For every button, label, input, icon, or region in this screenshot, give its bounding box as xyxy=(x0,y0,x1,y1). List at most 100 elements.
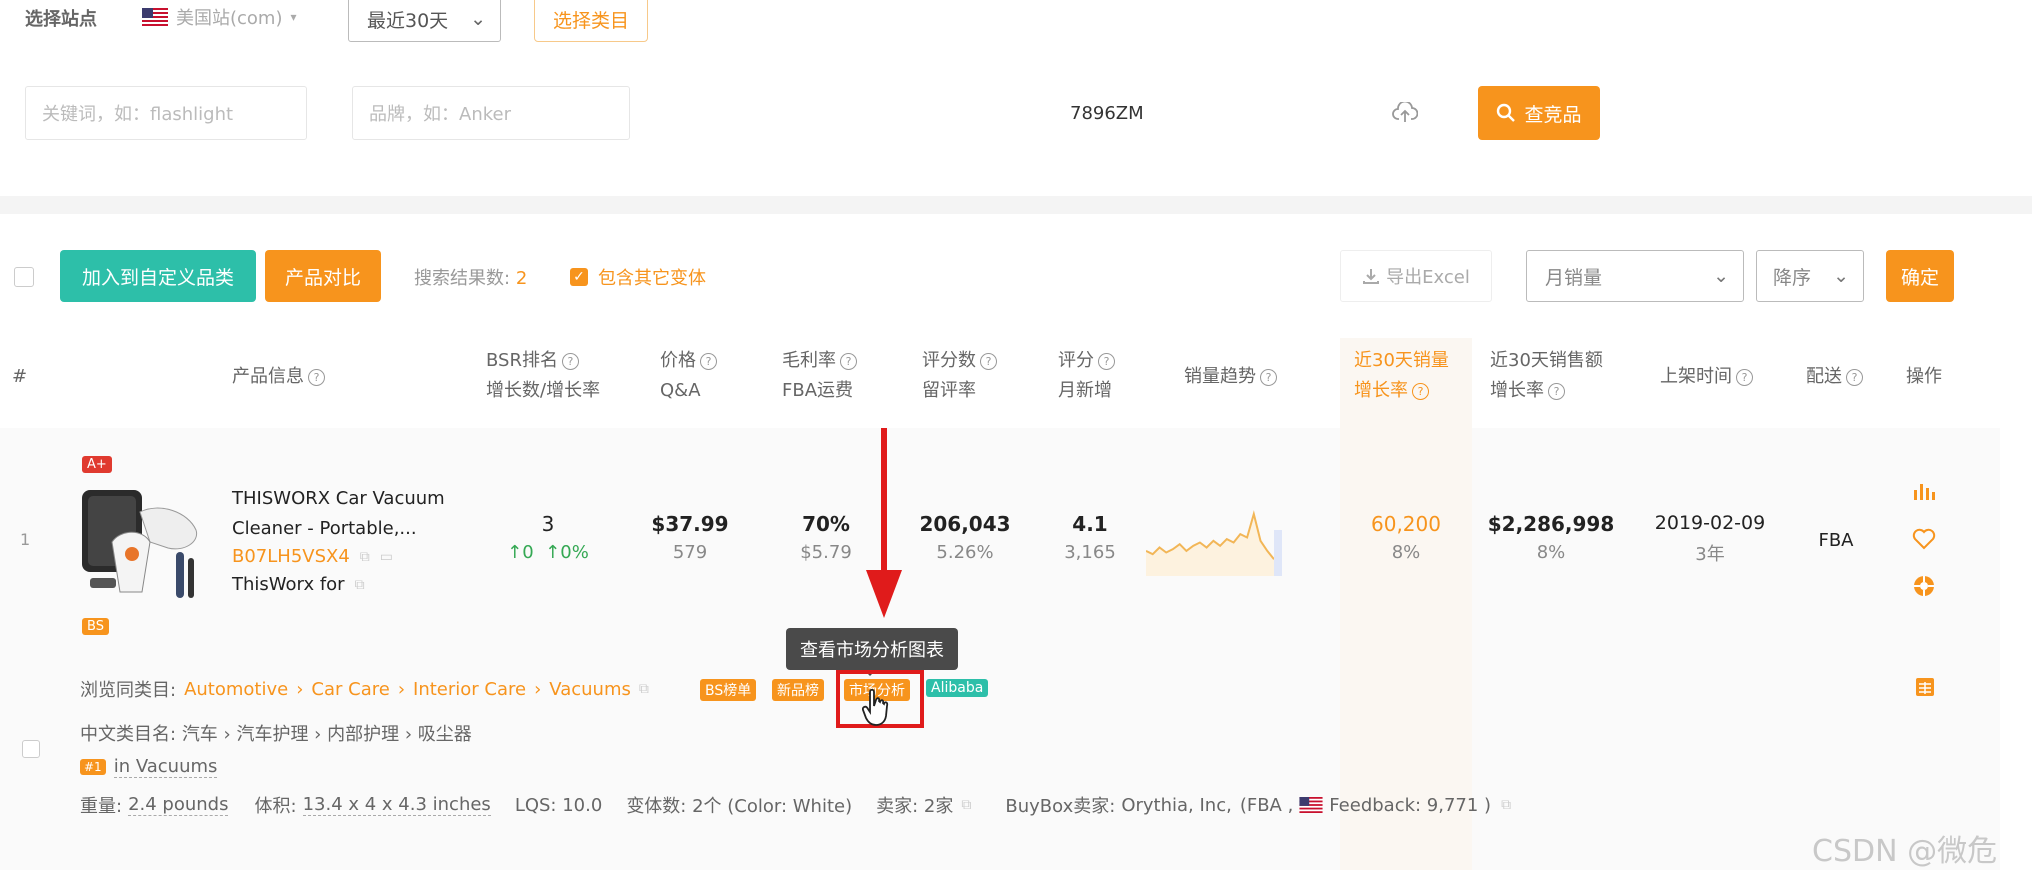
include-variants-toggle[interactable]: ✓ 包含其它变体 xyxy=(570,264,706,290)
section-divider xyxy=(0,196,2032,214)
brand-input[interactable]: 品牌，如：Anker xyxy=(352,86,630,140)
result-count-value: 2 xyxy=(515,268,528,289)
monthly-new-reviews: 3,165 xyxy=(1064,542,1116,563)
revenue30-cell: $2,286,998 8% xyxy=(1476,512,1626,563)
help-icon[interactable]: ? xyxy=(980,352,997,370)
buybox-fba: (FBA , xyxy=(1239,794,1294,816)
settings-target-icon[interactable] xyxy=(1912,574,1936,598)
bs-badge: BS xyxy=(82,618,109,635)
export-excel-button[interactable]: 导出Excel xyxy=(1340,250,1492,302)
spreadsheet-icon[interactable] xyxy=(1914,676,1936,698)
external-link-icon[interactable]: ⧉ xyxy=(360,549,370,565)
bsr-cell: 3 ↑0 ↑0% xyxy=(488,512,608,563)
rating-value: 4.1 xyxy=(1072,512,1108,536)
variant-count: 变体数: 2个 (Color: White) xyxy=(626,796,853,817)
weight-value: 2.4 pounds xyxy=(128,794,229,816)
seller-count[interactable]: 卖家: 2家 xyxy=(876,792,953,818)
external-link-icon[interactable]: ⧉ xyxy=(961,797,971,813)
bar-chart-icon[interactable] xyxy=(1912,480,1938,502)
crumb-interior-care[interactable]: Interior Care xyxy=(413,679,526,700)
product-title[interactable]: THISWORX Car Vacuum Cleaner - Portable,.… xyxy=(232,484,445,544)
period-select[interactable]: 最近30天 ⌄ xyxy=(348,0,501,42)
watermark: CSDN @微危 xyxy=(1812,834,1998,869)
vacuum-image-icon xyxy=(82,490,198,598)
rank-text[interactable]: in Vacuums xyxy=(113,756,218,778)
col-sales-trend: 销量趋势? xyxy=(1184,362,1277,392)
help-icon[interactable]: ? xyxy=(1736,368,1753,386)
margin-cell: 70% $5.79 xyxy=(776,512,876,563)
asin-input[interactable]: 7896ZM xyxy=(1070,86,1432,140)
browse-category-row: 浏览同类目: Automotive › Car Care › Interior … xyxy=(80,676,649,702)
qa-count: 579 xyxy=(672,542,708,563)
buybox-label: BuyBox卖家: xyxy=(1005,796,1116,817)
buybox-feedback: Feedback: 9,771 ) xyxy=(1329,794,1492,816)
help-icon[interactable]: ? xyxy=(1260,368,1277,386)
reviews-cell: 206,043 5.26% xyxy=(910,512,1020,563)
select-all-checkbox[interactable] xyxy=(14,267,34,287)
site-selector[interactable]: 美国站(com) ▾ xyxy=(142,4,297,30)
site-value: 美国站(com) xyxy=(176,8,283,29)
help-icon[interactable]: ? xyxy=(840,352,857,370)
sales-trend-sparkline[interactable] xyxy=(1146,500,1286,580)
external-link-icon[interactable]: ⧉ xyxy=(639,681,649,697)
crumb-automotive[interactable]: Automotive xyxy=(184,679,288,700)
sales30-cell: 60,200 8% xyxy=(1340,512,1472,563)
sort-order-select[interactable]: 降序 ⌄ xyxy=(1756,250,1864,302)
bs-list-tag[interactable]: BS榜单 xyxy=(700,679,757,701)
crumb-vacuums[interactable]: Vacuums xyxy=(549,679,631,700)
help-icon[interactable]: ? xyxy=(561,352,579,370)
period-value: 最近30天 xyxy=(367,9,449,32)
volume-value: 13.4 x 4 x 4.3 inches xyxy=(302,794,491,816)
chevron-down-icon: ⌄ xyxy=(1833,265,1849,287)
asin-link[interactable]: B07LH5VSX4 xyxy=(232,546,350,567)
cn-category-row: 中文类目名: 汽车 › 汽车护理 › 内部护理 › 吸尘器 xyxy=(80,720,472,746)
buybox-seller[interactable]: Orythia, Inc, xyxy=(1121,795,1232,816)
alibaba-tag[interactable]: Alibaba xyxy=(926,679,989,697)
col-sales-30d[interactable]: 近30天销量 增长率? xyxy=(1354,346,1449,406)
price-cell: $37.99 579 xyxy=(640,512,740,563)
upload-cloud-icon[interactable] xyxy=(1392,102,1418,124)
sales30-growth: 8% xyxy=(1391,542,1421,563)
chevron-down-icon: ⌄ xyxy=(470,8,486,30)
product-title-line2: Cleaner - Portable,... xyxy=(232,518,417,539)
note-icon[interactable]: ▭ xyxy=(380,549,393,565)
col-rating: 评分? 月新增 xyxy=(1058,346,1115,406)
external-link-icon[interactable]: ⧉ xyxy=(355,577,365,593)
sales30-value: 60,200 xyxy=(1371,512,1441,536)
help-icon[interactable]: ? xyxy=(700,352,717,370)
external-link-icon[interactable]: ⧉ xyxy=(1501,797,1511,813)
sort-order-value: 降序 xyxy=(1773,266,1812,289)
red-arrow-annotation xyxy=(866,428,902,618)
compare-button[interactable]: 产品对比 xyxy=(265,250,381,302)
row-checkbox[interactable] xyxy=(22,740,40,758)
product-image[interactable] xyxy=(80,482,202,606)
choose-category-button[interactable]: 选择类目 xyxy=(534,0,648,42)
bsr-value: 3 xyxy=(541,512,555,536)
brand-name[interactable]: ThisWorx for xyxy=(232,574,345,595)
help-icon[interactable]: ? xyxy=(1098,352,1115,370)
search-icon xyxy=(1497,103,1516,122)
sort-field-select[interactable]: 月销量 ⌄ xyxy=(1526,250,1744,302)
sparkline-marker xyxy=(1274,530,1282,576)
chevron-down-icon: ▾ xyxy=(290,10,297,24)
asin-value: 7896ZM xyxy=(1070,102,1144,124)
help-icon[interactable]: ? xyxy=(1846,368,1863,386)
add-to-category-button[interactable]: 加入到自定义品类 xyxy=(60,250,256,302)
help-icon[interactable]: ? xyxy=(1412,382,1429,400)
heart-icon[interactable] xyxy=(1912,528,1936,550)
checkbox-checked-icon[interactable]: ✓ xyxy=(570,268,588,286)
confirm-button[interactable]: 确定 xyxy=(1886,250,1954,302)
col-index: # xyxy=(12,366,28,387)
search-products-button[interactable]: 查竞品 xyxy=(1478,86,1600,140)
help-icon[interactable]: ? xyxy=(308,368,325,386)
weight-label: 重量: xyxy=(80,796,123,817)
help-icon[interactable]: ? xyxy=(1548,382,1565,400)
col-margin: 毛利率? FBA运费 xyxy=(782,346,857,406)
keyword-input[interactable]: 关键词，如：flashlight xyxy=(25,86,307,140)
crumb-car-care[interactable]: Car Care xyxy=(311,679,389,700)
col-price: 价格? Q&A xyxy=(660,346,717,406)
hand-cursor-icon xyxy=(862,688,889,726)
new-release-tag[interactable]: 新品榜 xyxy=(772,679,824,701)
col-reviews: 评分数? 留评率 xyxy=(922,346,997,406)
browse-label: 浏览同类目: xyxy=(80,680,177,701)
